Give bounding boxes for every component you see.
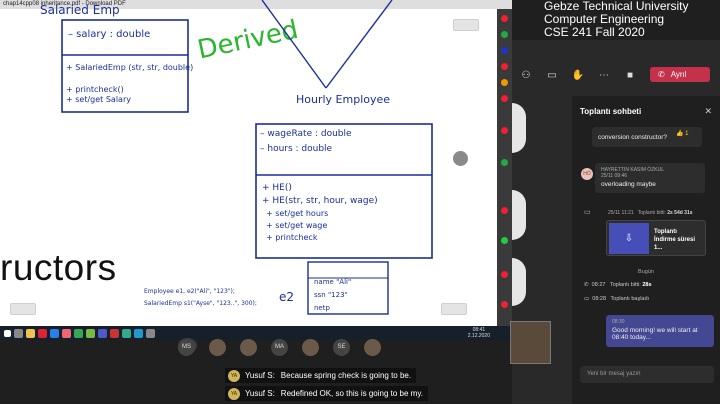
- undo-icon[interactable]: [501, 207, 508, 214]
- pen-green-icon[interactable]: [501, 31, 508, 38]
- slide-text: ructors: [0, 247, 117, 288]
- text-tool-icon[interactable]: [501, 159, 508, 166]
- shape-icon[interactable]: [501, 127, 508, 134]
- printcheck-method: + printcheck(): [66, 85, 124, 94]
- participant-tile[interactable]: [512, 258, 526, 306]
- pen-toolbar: [497, 9, 512, 329]
- highlighter-icon[interactable]: [501, 79, 508, 86]
- own-chat-message: 08:30 Good morning! we will start at 08:…: [606, 315, 714, 347]
- chat-input[interactable]: Yeni bir mesaj yazın: [580, 366, 714, 383]
- avatar[interactable]: SE: [333, 338, 350, 356]
- subtitle-line: YA Yusuf S: Because spring check is goin…: [225, 368, 417, 383]
- folder-icon[interactable]: [26, 328, 35, 338]
- he-default-ctor: + HE(): [262, 183, 292, 193]
- salaried-ctor: + SalariedEmp (str, str, double): [66, 63, 193, 72]
- avatar[interactable]: [240, 338, 257, 356]
- he-param-ctor: + HE(str, str, hour, wage): [262, 196, 378, 206]
- next-page-button[interactable]: [441, 303, 467, 315]
- screen: chap14cpp08 inheritance.pdf - Download P…: [0, 0, 720, 404]
- search-icon[interactable]: [14, 328, 23, 338]
- pointer-dot: [453, 151, 468, 166]
- subtitle-line: YA Yusuf S: Redefined OK, so this is goi…: [225, 386, 428, 401]
- shared-screen-whiteboard: chap14cpp08 inheritance.pdf - Download P…: [0, 0, 512, 340]
- e2-name-slot: name "Ali": [314, 278, 351, 286]
- teams-icon[interactable]: [98, 328, 107, 338]
- presenter-video[interactable]: [510, 321, 551, 364]
- set-get-wage: + set/get wage: [266, 221, 327, 230]
- set-get-hours: + set/get hours: [266, 209, 328, 218]
- recording-card[interactable]: ⇩ Toplantı İndirme süresi 1...: [606, 220, 706, 256]
- pen-blue-icon[interactable]: [501, 47, 508, 54]
- hours-field: – hours : double: [260, 144, 333, 154]
- system-message: ✆ 08:27 Toplantı bitti: 28s: [584, 282, 652, 288]
- close-icon[interactable]: ✕: [704, 106, 712, 117]
- recording-icon: ▭: [584, 209, 591, 216]
- course-title: Gebze Technical University Computer Engi…: [544, 0, 689, 39]
- prev-page-button[interactable]: [10, 303, 36, 315]
- pen-red-icon[interactable]: [501, 15, 508, 22]
- code-line-salaried: SalariedEmp s1("Ayse", "123..", 300);: [144, 300, 257, 307]
- code-line-employee: Employee e1, e2("Ali", "123");: [144, 288, 235, 295]
- salary-field: – salary : double: [68, 29, 150, 40]
- edge-icon[interactable]: [50, 328, 59, 338]
- eraser-icon[interactable]: [501, 95, 508, 102]
- system-message: ▭ 08:28 Toplantı başladı: [584, 296, 650, 302]
- avatar[interactable]: [302, 338, 319, 356]
- like-reaction[interactable]: 👍 1: [676, 130, 688, 137]
- select-icon[interactable]: [501, 237, 508, 244]
- app-icon[interactable]: [62, 328, 71, 338]
- pen-icon[interactable]: [501, 63, 508, 70]
- e2-netp-slot: netp: [314, 304, 330, 312]
- phone-icon: ✆: [658, 70, 665, 79]
- e2-ssn-slot: ssn "123": [314, 291, 348, 299]
- participant-tile[interactable]: [512, 190, 526, 240]
- download-icon: ⇩: [609, 223, 649, 254]
- start-icon[interactable]: [4, 329, 11, 337]
- wage-rate-field: – wageRate : double: [260, 129, 352, 139]
- camera-icon[interactable]: ■: [624, 69, 636, 81]
- avatar[interactable]: HÖ: [581, 168, 593, 180]
- clear-icon[interactable]: [501, 271, 508, 278]
- derived-label: Derived: [195, 15, 301, 66]
- salaried-emp-title: Salaried Emp: [40, 3, 120, 17]
- top-right-button[interactable]: [453, 19, 479, 31]
- app-icon[interactable]: [38, 328, 47, 338]
- hourly-employee-title: Hourly Employee: [296, 93, 390, 106]
- course-code: CSE 241 Fall 2020: [544, 25, 645, 39]
- set-get-salary: + set/get Salary: [66, 95, 131, 104]
- participant-avatars: MS MA SE: [140, 337, 520, 357]
- avatar: YA: [228, 387, 240, 400]
- hand-icon[interactable]: ✋: [572, 69, 584, 81]
- recording-name: Toplantı İndirme süresi 1...: [654, 229, 696, 251]
- camera-icon: ▭: [584, 296, 590, 302]
- phone-icon: ✆: [584, 282, 589, 288]
- chat-panel: Toplantı sohbeti ✕ conversion constructo…: [572, 96, 720, 404]
- people-icon[interactable]: ⚇: [520, 69, 532, 81]
- app-icon[interactable]: [122, 328, 131, 338]
- day-divider: Bugün: [638, 269, 654, 275]
- avatar[interactable]: [209, 338, 226, 356]
- chat-icon[interactable]: ▭: [546, 69, 558, 81]
- avatar[interactable]: [364, 338, 381, 356]
- pdf-icon[interactable]: [110, 328, 119, 338]
- chrome-icon[interactable]: [74, 328, 83, 338]
- printcheck-hourly: + printcheck: [266, 233, 318, 242]
- avatar[interactable]: MA: [271, 338, 288, 356]
- more-icon[interactable]: ⋯: [598, 69, 610, 81]
- participant-tile[interactable]: [512, 103, 526, 153]
- recording-meta: 25/11 11:21 Toplantı bitti: 2s 54d 31s: [608, 210, 693, 216]
- chat-message: HAYRETTIN KASIM ÖZKUL 25/11 09:46 overloa…: [595, 163, 705, 193]
- avatar: YA: [228, 369, 240, 382]
- e2-label: e2: [279, 290, 294, 304]
- avatar[interactable]: MS: [178, 338, 195, 356]
- app-icon[interactable]: [86, 328, 95, 338]
- close-toolbar-icon[interactable]: [501, 301, 508, 308]
- leave-button[interactable]: ✆ Ayrıl: [650, 67, 710, 82]
- chat-title: Toplantı sohbeti: [580, 107, 642, 116]
